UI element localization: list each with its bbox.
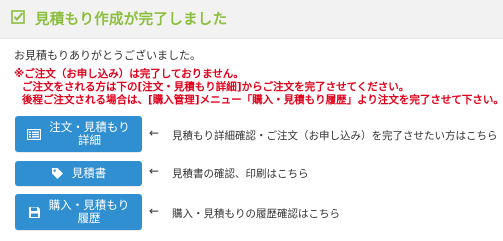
left-arrow-icon: ← — [149, 204, 160, 218]
completion-header: 見積もり作成が完了しました — [0, 0, 503, 39]
tag-icon — [51, 167, 64, 180]
floppy-disk-icon — [28, 206, 41, 219]
warning-line-3: 後程ご注文される場合は、[購入管理]メニュー「購入・見積もり履歴」より注文を完了… — [22, 94, 503, 106]
warning-line-1: ※ご注文（お申し込み）は完了しておりません。 — [14, 68, 244, 80]
check-box-icon — [11, 10, 25, 24]
button-label: 購入・見積もり 履歴 — [48, 198, 130, 225]
action-description: 購入・見積もりの履歴確認はこちら — [172, 208, 340, 220]
action-description: 見積書の確認、印刷はこちら — [172, 168, 309, 180]
button-label: 注文・見積もり 詳細 — [49, 120, 130, 147]
order-estimate-detail-button[interactable]: 注文・見積もり 詳細 — [15, 116, 142, 152]
left-arrow-icon: ← — [149, 164, 160, 178]
button-label: 見積書 — [71, 166, 107, 180]
purchase-estimate-history-button[interactable]: 購入・見積もり 履歴 — [15, 194, 142, 230]
page-title: 見積もり作成が完了しました — [35, 12, 228, 28]
action-description: 見積もり詳細確認・ご注文（お申し込み）を完了させたい方はこちら — [172, 130, 498, 142]
warning-line-2: ご注文をされる方は下の[注文・見積もり詳細]からご注文を完了させてください。 — [22, 81, 410, 93]
thanks-message: お見積もりありがとうございました。 — [14, 49, 201, 62]
left-arrow-icon: ← — [149, 126, 160, 140]
list-icon — [27, 128, 42, 140]
estimate-document-button[interactable]: 見積書 — [15, 161, 142, 186]
